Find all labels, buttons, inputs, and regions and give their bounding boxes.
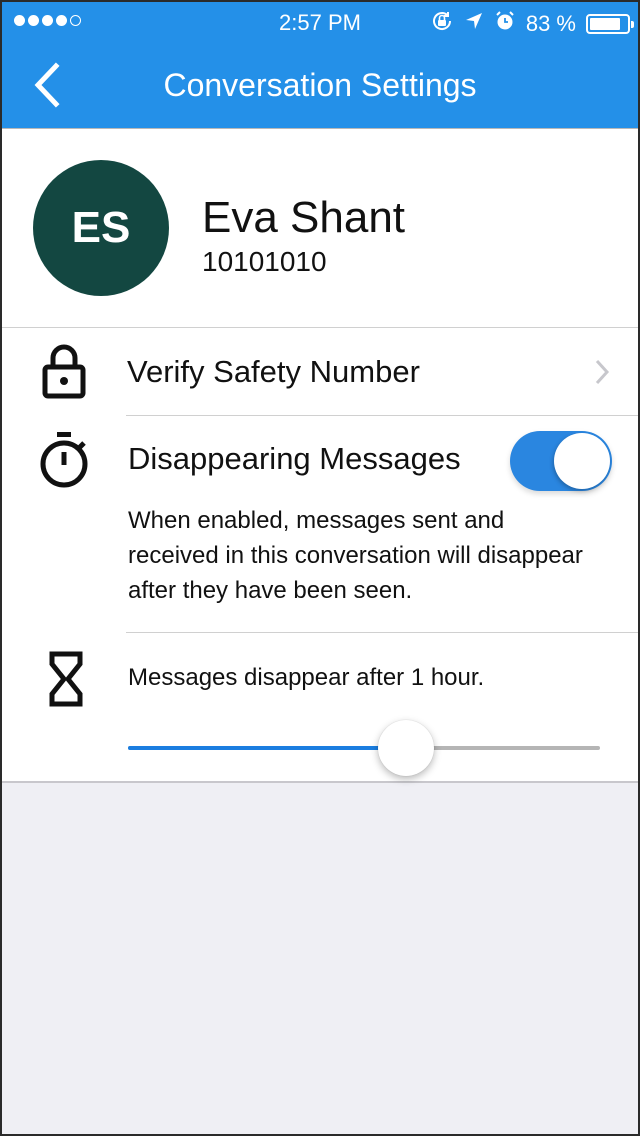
- disappearing-messages-label: Disappearing Messages: [128, 441, 461, 476]
- nav-bar: Conversation Settings: [2, 42, 638, 128]
- contact-number: 10101010: [202, 246, 327, 277]
- toggle-knob: [554, 433, 610, 489]
- contact-profile: ES Eva Shant 10101010: [2, 129, 638, 328]
- settings-section: ES Eva Shant 10101010 Verify Safety Numb…: [2, 129, 638, 783]
- rotation-lock-icon: [430, 9, 454, 39]
- slider-fill: [128, 746, 407, 750]
- contact-name: Eva Shant: [202, 193, 406, 242]
- lock-icon: [40, 343, 88, 399]
- hourglass-icon: [46, 651, 86, 707]
- disappearing-messages-toggle[interactable]: [510, 431, 612, 491]
- page-title: Conversation Settings: [163, 67, 477, 103]
- battery-icon: [586, 14, 634, 34]
- disappear-timer-label: Messages disappear after 1 hour.: [128, 664, 485, 691]
- status-bar: 2:57 PM 83 %: [2, 2, 638, 42]
- location-arrow-icon: [464, 11, 484, 37]
- stopwatch-icon: [38, 430, 92, 490]
- verify-safety-number-row[interactable]: Verify Safety Number: [2, 329, 638, 416]
- header: 2:57 PM 83 % Conversation Settings: [2, 2, 638, 128]
- slider-thumb[interactable]: [378, 720, 435, 776]
- disappearing-messages-description: When enabled, messages sent and received…: [128, 507, 583, 604]
- status-right: 83 %: [430, 9, 634, 39]
- battery-percent: 83 %: [525, 11, 576, 36]
- avatar: ES: [33, 160, 169, 296]
- alarm-icon: [494, 10, 516, 38]
- battery-fill: [590, 18, 620, 30]
- disappear-timer-row: Messages disappear after 1 hour.: [2, 633, 638, 783]
- disappear-timer-slider[interactable]: [128, 720, 600, 776]
- chevron-right-icon: [594, 359, 610, 390]
- verify-safety-number-label: Verify Safety Number: [127, 354, 420, 389]
- screen: 2:57 PM 83 % Conversation Settings ES Ev…: [2, 2, 638, 1134]
- disappearing-messages-row: Disappearing Messages When enabled, mess…: [2, 416, 638, 633]
